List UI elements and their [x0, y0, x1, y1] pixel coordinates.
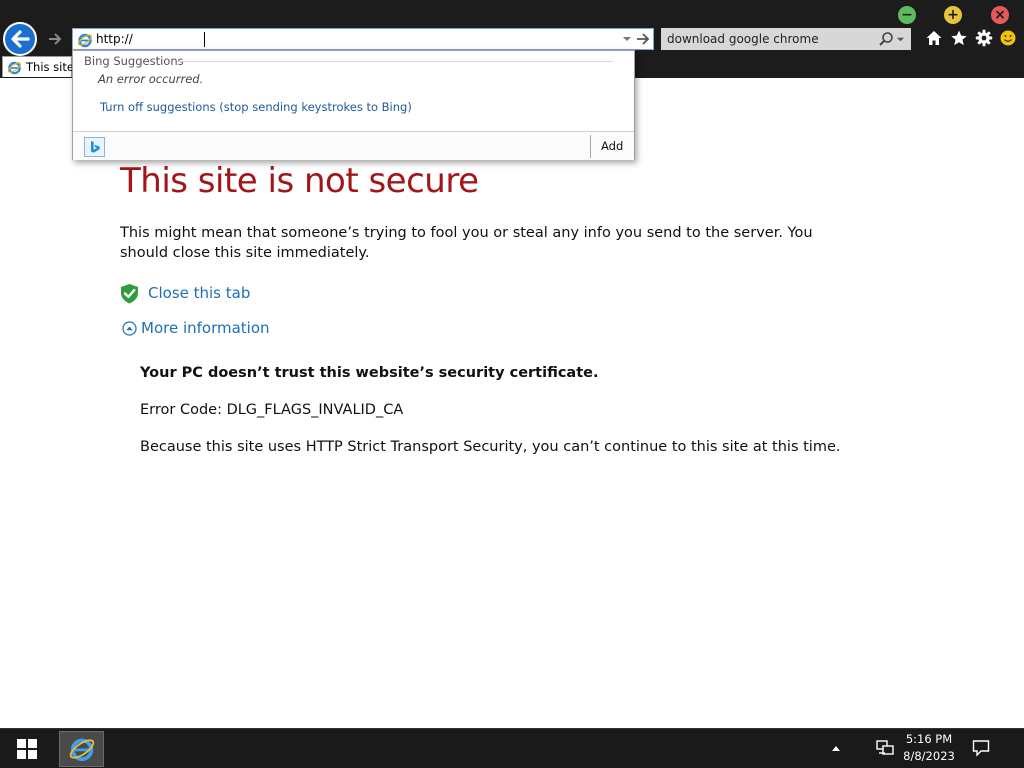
forward-button[interactable] [44, 29, 66, 49]
maximize-button[interactable]: + [944, 6, 962, 24]
taskbar-ie-button[interactable] [59, 731, 104, 767]
network-icon[interactable] [875, 739, 895, 757]
close-window-button[interactable]: × [991, 6, 1009, 24]
suggestions-header: Bing Suggestions [84, 54, 184, 68]
home-button[interactable] [925, 29, 943, 47]
taskbar: 5:16 PM 8/8/2023 [0, 728, 1024, 768]
forward-arrow-icon [49, 33, 62, 45]
search-dropdown-icon[interactable] [896, 35, 905, 44]
go-arrow-icon[interactable] [635, 32, 651, 46]
bing-icon [90, 141, 100, 153]
text-caret [204, 32, 205, 47]
home-icon [926, 31, 942, 45]
minimize-button[interactable]: − [898, 6, 916, 24]
warning-description: This might mean that someone’s trying to… [120, 225, 813, 261]
back-arrow-icon [11, 30, 30, 48]
ie-logo-icon [78, 33, 92, 48]
shield-check-icon [121, 283, 138, 303]
collapse-chevron-icon [122, 320, 137, 336]
suggestions-error: An error occurred. [98, 72, 204, 86]
tools-button[interactable] [975, 29, 993, 47]
ie-logo-icon [69, 738, 94, 762]
feedback-button[interactable] [999, 29, 1017, 47]
clock-time[interactable]: 5:16 PM [900, 732, 958, 746]
cert-message: Your PC doesn’t trust this website’s sec… [140, 365, 599, 381]
notification-icon[interactable] [972, 739, 990, 757]
page-content: This site is not secure This might mean … [0, 78, 1024, 728]
error-code: Error Code: DLG_FLAGS_INVALID_CA [140, 402, 404, 418]
search-input[interactable] [667, 31, 867, 47]
header-divider [177, 61, 613, 62]
back-button[interactable] [3, 22, 37, 56]
address-bar[interactable] [72, 28, 654, 50]
more-info-label[interactable]: More information [141, 319, 270, 337]
minimize-icon: − [901, 7, 913, 23]
smiley-icon [1000, 30, 1016, 46]
clock-date[interactable]: 8/8/2023 [900, 749, 958, 763]
tab-active[interactable]: This site is not secure [2, 56, 72, 77]
page-title: This site is not secure [120, 161, 479, 201]
search-box[interactable] [661, 28, 911, 50]
windows-start-icon[interactable] [17, 739, 37, 759]
suggestions-footer: Add [73, 131, 634, 160]
hsts-message: Because this site uses HTTP Strict Trans… [140, 439, 841, 455]
more-info-link[interactable]: More information [122, 317, 270, 339]
tab-label: This site is not secure [26, 60, 72, 74]
favorites-button[interactable] [950, 29, 968, 47]
close-tab-link[interactable]: Close this tab [120, 282, 250, 304]
show-hidden-icons-icon[interactable] [831, 744, 841, 752]
star-icon [951, 30, 967, 46]
address-suggestions-dropdown: Bing Suggestions An error occurred. Turn… [72, 50, 635, 160]
turn-off-suggestions-link[interactable]: Turn off suggestions (stop sending keyst… [100, 100, 412, 114]
close-icon: × [994, 7, 1006, 23]
close-tab-label[interactable]: Close this tab [148, 284, 250, 302]
gear-icon [975, 29, 993, 47]
search-icon[interactable] [878, 31, 894, 47]
bing-provider-button[interactable] [84, 137, 105, 157]
address-input[interactable] [96, 31, 616, 47]
address-dropdown-icon[interactable] [622, 34, 632, 44]
maximize-icon: + [947, 7, 959, 23]
add-provider-button[interactable]: Add [601, 139, 623, 153]
footer-separator [590, 135, 591, 158]
ie-logo-icon [7, 61, 22, 75]
